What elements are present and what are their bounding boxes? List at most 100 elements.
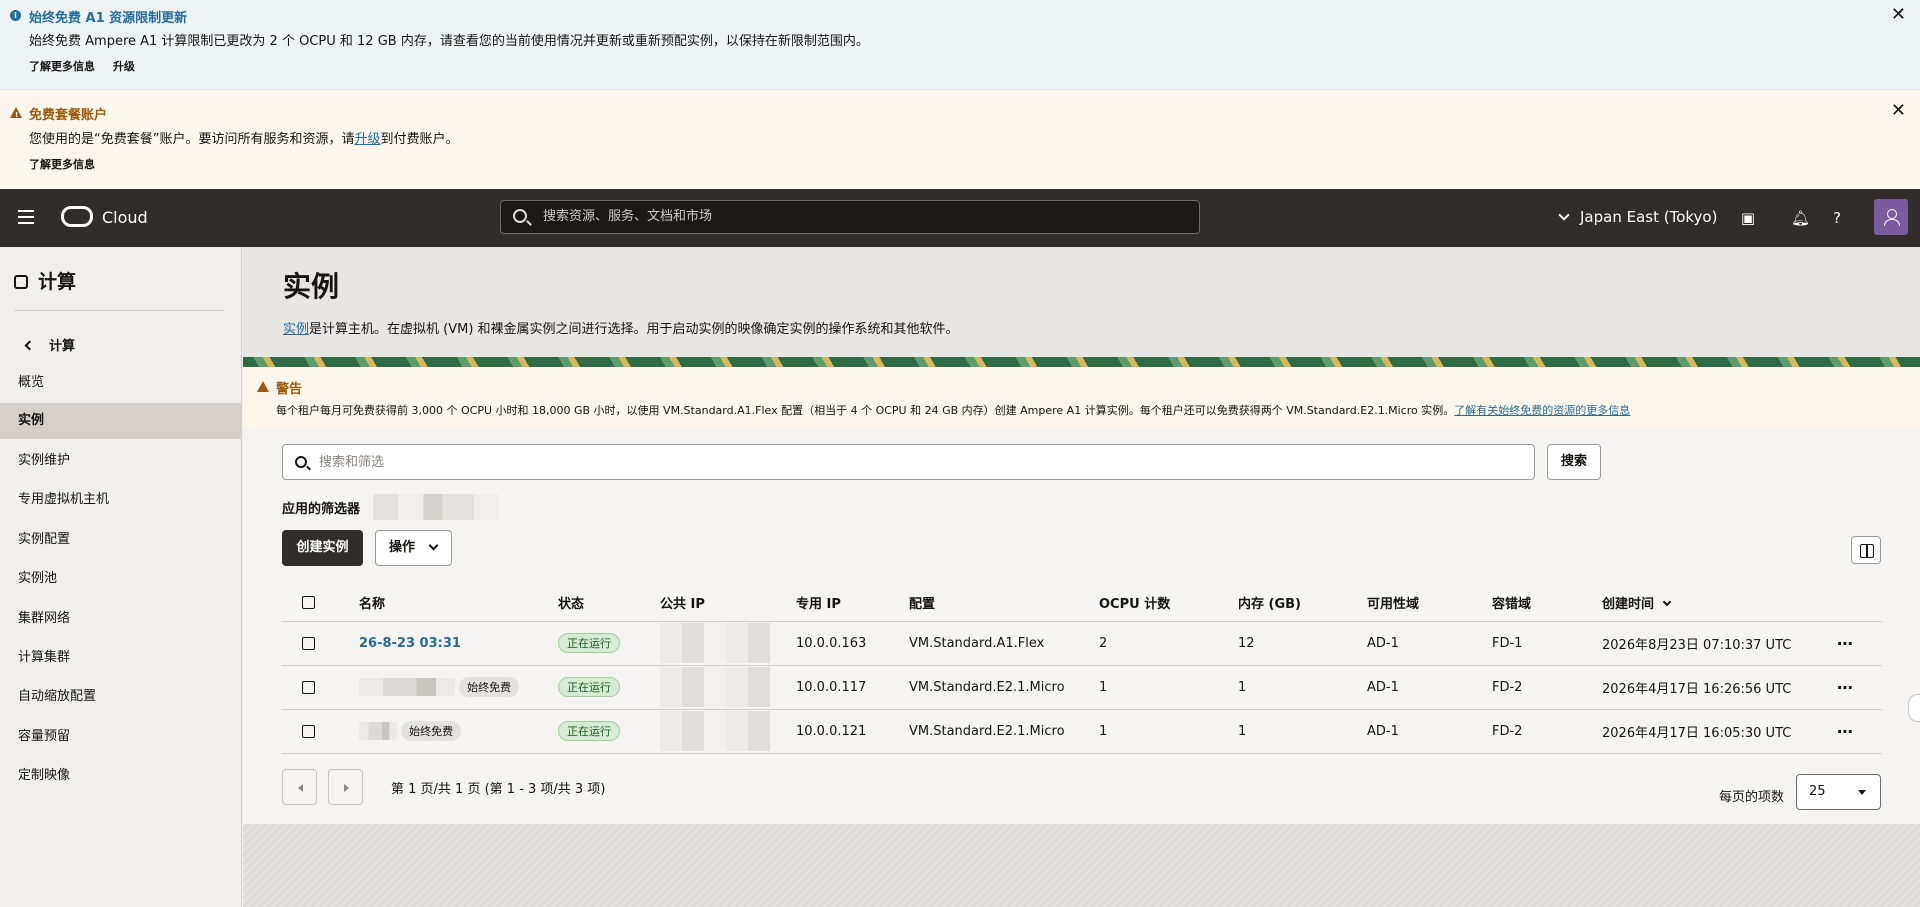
info-banner-links: 了解更多信息 升级: [29, 58, 149, 74]
sidebar-item-dedicated-vm-hosts[interactable]: 专用虚拟机主机: [0, 482, 241, 518]
cloud-shell-icon[interactable]: ▣: [1739, 209, 1757, 227]
more-actions-icon[interactable]: ⋯: [1837, 722, 1854, 741]
instances-panel: 搜索 应用的筛选器 创建实例 操作 名称 状态 公共 IP 专用 IP 配置 O…: [243, 429, 1920, 824]
free-tier-banner: ! 免费套餐账户 您使用的是“免费套餐”账户。要访问所有服务和资源，请升级到付费…: [0, 90, 1920, 189]
private-ip-cell: 10.0.0.117: [796, 665, 909, 710]
public-ip-cell: [660, 665, 796, 710]
status-cell: 正在运行: [558, 665, 660, 710]
close-icon[interactable]: ✕: [1891, 4, 1906, 25]
row-checkbox[interactable]: [302, 724, 315, 738]
help-icon[interactable]: ?: [1828, 209, 1846, 227]
col-shape[interactable]: 配置: [909, 584, 1099, 622]
shape-cell: VM.Standard.E2.1.Micro: [909, 665, 1099, 710]
row-checkbox[interactable]: [302, 636, 315, 650]
filter-search[interactable]: [282, 444, 1535, 480]
actions-dropdown[interactable]: 操作: [375, 530, 452, 566]
sidebar-back-link[interactable]: 计算: [24, 335, 75, 354]
region-label: Japan East (Tokyo): [1580, 208, 1718, 226]
col-status[interactable]: 状态: [558, 584, 660, 622]
page-description: 实例是计算主机。在虚拟机 (VM) 和裸金属实例之间进行选择。用于启动实例的映像…: [283, 318, 959, 337]
row-actions-cell: ⋯: [1837, 665, 1882, 710]
page-title: 实例: [283, 270, 340, 303]
sidebar-item-instances[interactable]: 实例: [0, 403, 241, 439]
learn-more-link[interactable]: 了解更多信息: [29, 60, 95, 73]
global-search-input[interactable]: [543, 208, 1183, 223]
divider: [14, 310, 224, 311]
col-public-ip[interactable]: 公共 IP: [660, 584, 796, 622]
main-content: 实例 实例是计算主机。在虚拟机 (VM) 和裸金属实例之间进行选择。用于启动实例…: [243, 247, 1920, 907]
row-actions-cell: ⋯: [1837, 709, 1882, 754]
instance-name-link[interactable]: 26-8-23 03:31: [359, 636, 461, 651]
search-button[interactable]: 搜索: [1547, 444, 1601, 480]
col-ocpu[interactable]: OCPU 计数: [1099, 584, 1238, 622]
avatar[interactable]: [1874, 199, 1908, 235]
close-icon[interactable]: ✕: [1891, 100, 1906, 121]
per-page-select[interactable]: 25: [1796, 774, 1881, 810]
status-cell: 正在运行: [558, 709, 660, 754]
col-created-label: 创建时间: [1602, 596, 1655, 612]
col-actions: [1837, 584, 1882, 622]
table-row: 始终免费 正在运行 10.0.0.121 VM.Standard.E2.1.Mi…: [282, 709, 1882, 754]
free-tier-banner-text: 您使用的是“免费套餐”账户。要访问所有服务和资源，请升级到付费账户。: [29, 128, 459, 147]
sidebar-item-custom-images[interactable]: 定制映像: [0, 758, 241, 794]
col-memory[interactable]: 内存 (GB): [1238, 584, 1367, 622]
bell-icon[interactable]: 🔔︎: [1791, 209, 1810, 227]
memory-cell: 1: [1238, 665, 1367, 710]
redacted-instance-name[interactable]: [359, 678, 455, 696]
previous-page-button[interactable]: [282, 769, 317, 805]
ad-cell: AD-1: [1367, 709, 1492, 754]
memory-cell: 12: [1238, 621, 1367, 666]
table-row: 26-8-23 03:31 正在运行 10.0.0.163 VM.Standar…: [282, 621, 1882, 666]
global-search[interactable]: [500, 200, 1200, 234]
more-actions-icon[interactable]: ⋯: [1837, 678, 1854, 697]
upgrade-inline-link[interactable]: 升级: [354, 132, 380, 147]
sidebar-item-autoscaling[interactable]: 自动缩放配置: [0, 679, 241, 715]
col-fd[interactable]: 容错域: [1492, 584, 1602, 622]
oracle-logo-icon[interactable]: [61, 206, 93, 227]
sidebar-item-capacity-reservations[interactable]: 容量预留: [0, 719, 241, 755]
feedback-tab[interactable]: [1908, 694, 1920, 722]
applied-filter-chip[interactable]: [373, 494, 499, 520]
sidebar-item-cluster-networks[interactable]: 集群网络: [0, 601, 241, 637]
shape-cell: VM.Standard.A1.Flex: [909, 621, 1099, 666]
status-badge: 正在运行: [558, 721, 620, 741]
next-page-button[interactable]: [328, 769, 363, 805]
warning-callout: 警告 每个租户每月可免费获得前 3,000 个 OCPU 小时和 18,000 …: [243, 367, 1920, 429]
select-all-checkbox[interactable]: [302, 595, 315, 609]
fd-cell: FD-2: [1492, 709, 1602, 754]
filter-search-input[interactable]: [319, 454, 1509, 469]
warning-text: 每个租户每月可免费获得前 3,000 个 OCPU 小时和 18,000 GB …: [276, 402, 1630, 418]
more-actions-icon[interactable]: ⋯: [1837, 634, 1854, 653]
decorative-pattern: [243, 357, 1920, 367]
col-name[interactable]: 名称: [359, 584, 558, 622]
info-icon: i: [10, 10, 21, 21]
col-created[interactable]: 创建时间: [1602, 584, 1837, 622]
sidebar-item-instance-configurations[interactable]: 实例配置: [0, 522, 241, 558]
name-cell: 始终免费: [359, 665, 558, 710]
col-private-ip[interactable]: 专用 IP: [796, 584, 909, 622]
sidebar-item-instance-pools[interactable]: 实例池: [0, 561, 241, 597]
redacted-instance-name[interactable]: [359, 722, 397, 740]
public-ip-cell: [660, 709, 796, 754]
col-ad[interactable]: 可用性域: [1367, 584, 1492, 622]
free-tier-banner-links: 了解更多信息: [29, 156, 109, 172]
row-select-cell: [282, 709, 359, 754]
sidebar-item-compute-clusters[interactable]: 计算集群: [0, 640, 241, 676]
column-settings-button[interactable]: [1851, 536, 1881, 564]
shape-cell: VM.Standard.E2.1.Micro: [909, 709, 1099, 754]
always-free-link[interactable]: 了解有关始终免费的资源的更多信息: [1454, 404, 1630, 417]
hamburger-menu-icon[interactable]: [18, 210, 34, 224]
logo-text[interactable]: Cloud: [102, 208, 148, 227]
sidebar-item-instance-maintenance[interactable]: 实例维护: [0, 443, 241, 479]
memory-cell: 1: [1238, 709, 1367, 754]
row-checkbox[interactable]: [302, 680, 315, 694]
instances-doc-link[interactable]: 实例: [283, 322, 309, 337]
learn-more-link[interactable]: 了解更多信息: [29, 158, 95, 171]
sidebar-item-overview[interactable]: 概览: [0, 365, 241, 401]
upgrade-link[interactable]: 升级: [113, 60, 135, 73]
status-cell: 正在运行: [558, 621, 660, 666]
create-instance-button[interactable]: 创建实例: [282, 530, 363, 566]
private-ip-cell: 10.0.0.121: [796, 709, 909, 754]
sidebar: 计算 计算 概览 实例 实例维护 专用虚拟机主机 实例配置 实例池 集群网络 计…: [0, 247, 242, 907]
region-selector[interactable]: Japan East (Tokyo): [1558, 208, 1718, 226]
